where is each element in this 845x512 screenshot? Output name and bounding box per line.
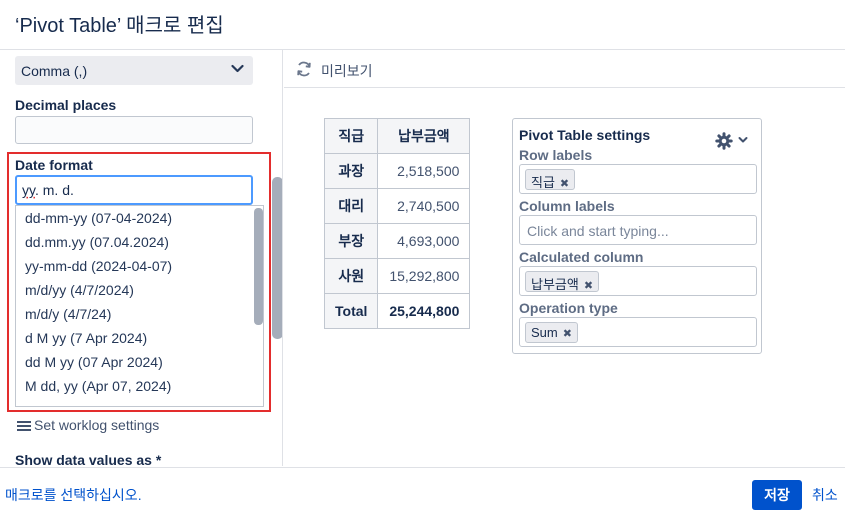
remove-chip-icon[interactable]: ✖: [584, 280, 593, 292]
date-format-option[interactable]: M dd, yy (Apr 07, 2024): [25, 378, 171, 394]
date-format-option[interactable]: d M yy (7 Apr 2024): [25, 330, 147, 346]
table-row: 부장 4,693,000: [323, 223, 471, 259]
pivot-table: 직급 납부금액 과장 2,518,500 대리 2,740,500 부장 4,6…: [323, 118, 471, 329]
total-row: Total 25,244,800: [323, 293, 471, 329]
macro-parameters-panel: Comma (,) Decimal places Date format yy.…: [0, 50, 283, 466]
cell-value: 15,292,800: [377, 258, 471, 294]
table-header-row: 직급 납부금액: [323, 118, 471, 154]
set-worklog-settings-label: Set worklog settings: [34, 417, 160, 433]
panel-scrollbar[interactable]: [272, 177, 282, 339]
menu-icon: [17, 421, 31, 431]
total-value: 25,244,800: [377, 293, 471, 329]
date-format-option[interactable]: m/d/yy (4/7/2024): [25, 282, 134, 298]
dialog-footer: 매크로를 선택하십시오. 저장 취소: [0, 467, 845, 512]
table-header: 납부금액: [377, 118, 471, 154]
column-labels-placeholder: Click and start typing...: [527, 223, 669, 239]
refresh-icon[interactable]: [296, 61, 312, 77]
calculated-column-chip: 납부금액 ✖: [525, 271, 600, 292]
chip-label: 납부금액: [531, 277, 579, 292]
decimal-places-label: Decimal places: [15, 97, 117, 113]
save-button[interactable]: 저장: [752, 480, 802, 510]
cell-value: 4,693,000: [377, 223, 471, 259]
row-label: 부장: [323, 223, 379, 259]
row-label: 사원: [323, 258, 379, 294]
row-label: 대리: [323, 188, 379, 224]
gear-icon[interactable]: [715, 132, 733, 150]
date-format-dropdown[interactable]: dd-mm-yy (07-04-2024) dd.mm.yy (07.04.20…: [15, 205, 264, 407]
date-format-label: Date format: [15, 157, 93, 173]
select-macro-link[interactable]: 매크로를 선택하십시오.: [5, 485, 142, 505]
remove-chip-icon[interactable]: ✖: [560, 178, 569, 190]
date-format-option[interactable]: dd.mm.yy (07.04.2024): [25, 234, 169, 250]
date-format-option[interactable]: dd-mm-yy (07-04-2024): [25, 210, 172, 226]
date-format-value-rest: . m. d.: [34, 182, 74, 198]
column-labels-label: Column labels: [519, 198, 615, 214]
total-label: Total: [323, 293, 379, 329]
chip-label: 직급: [531, 175, 555, 190]
table-row: 과장 2,518,500: [323, 153, 471, 189]
remove-chip-icon[interactable]: ✖: [563, 328, 572, 340]
dialog-header: ‘Pivot Table’ 매크로 편집: [0, 0, 845, 50]
row-label-chip: 직급 ✖: [525, 169, 576, 190]
cancel-button[interactable]: 취소: [812, 485, 838, 505]
set-worklog-settings-link[interactable]: Set worklog settings: [17, 417, 159, 433]
calculated-column-label: Calculated column: [519, 249, 644, 265]
preview-title: 미리보기: [321, 63, 373, 79]
pivot-settings-panel: Pivot Table settings Row labels 직급 ✖ Colu…: [512, 118, 762, 354]
dialog-title: ‘Pivot Table’ 매크로 편집: [15, 15, 224, 37]
separator-select[interactable]: Comma (,): [15, 56, 253, 85]
date-format-option[interactable]: yy-mm-dd (2024-04-07): [25, 258, 172, 274]
cell-value: 2,740,500: [377, 188, 471, 224]
table-row: 대리 2,740,500: [323, 188, 471, 224]
chip-label: Sum: [531, 325, 558, 340]
preview-header: 미리보기: [284, 50, 845, 88]
row-labels-label: Row labels: [519, 147, 593, 163]
settings-title: Pivot Table settings: [519, 127, 651, 143]
dropdown-scrollbar[interactable]: [254, 208, 263, 325]
show-data-values-label: Show data values as *: [15, 452, 162, 466]
date-format-option[interactable]: dd M yy (07 Apr 2024): [25, 354, 163, 370]
table-row: 사원 15,292,800: [323, 258, 471, 294]
table-header: 직급: [323, 118, 379, 154]
date-format-value-prefix: yy: [22, 182, 35, 198]
chevron-down-icon[interactable]: [738, 136, 748, 144]
decimal-places-input[interactable]: [15, 116, 253, 144]
chevron-down-icon: [231, 64, 244, 73]
date-format-input[interactable]: yy. m. d.: [15, 175, 253, 205]
date-format-option[interactable]: m/d/y (4/7/24): [25, 306, 111, 322]
separator-select-value: Comma (,): [21, 63, 88, 79]
operation-type-field[interactable]: Sum ✖: [519, 317, 757, 347]
row-label: 과장: [323, 153, 379, 189]
column-labels-field[interactable]: Click and start typing...: [519, 215, 757, 245]
operation-type-label: Operation type: [519, 300, 618, 316]
cell-value: 2,518,500: [377, 153, 471, 189]
operation-type-chip: Sum ✖: [525, 322, 578, 343]
row-labels-field[interactable]: 직급 ✖: [519, 164, 757, 194]
calculated-column-field[interactable]: 납부금액 ✖: [519, 266, 757, 296]
